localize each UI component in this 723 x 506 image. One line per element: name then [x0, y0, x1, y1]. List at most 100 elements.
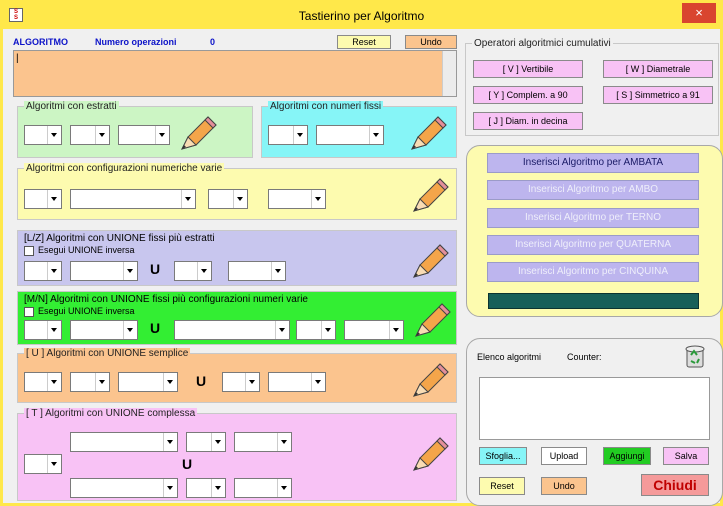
u-panel: [ U ] Algoritmi con UNIONE semplice U	[17, 348, 457, 403]
chevron-down-icon	[275, 321, 289, 339]
insert-terno-button[interactable]: Inserisci Algoritmo per TERNO	[487, 208, 699, 228]
operators-title: Operatori algoritmici cumulativi	[472, 38, 613, 49]
config-combo-1[interactable]	[24, 189, 62, 209]
t-combo-left[interactable]	[24, 454, 62, 474]
estratti-combo-2[interactable]	[70, 125, 110, 145]
t-combo-top-2[interactable]	[186, 432, 226, 452]
mn-combo-5[interactable]	[344, 320, 404, 340]
chevron-down-icon	[163, 479, 177, 497]
upload-button[interactable]: Upload	[541, 447, 587, 465]
reset-button-bottom[interactable]: Reset	[479, 477, 525, 495]
algorithm-text-area[interactable]: |	[13, 50, 457, 97]
chevron-down-icon	[47, 262, 61, 280]
undo-button-bottom[interactable]: Undo	[541, 477, 587, 495]
recycle-bin-icon[interactable]	[681, 341, 709, 371]
pencil-icon[interactable]	[412, 300, 454, 340]
lz-union-symbol: U	[150, 261, 161, 277]
config-combo-3[interactable]	[208, 189, 248, 209]
lz-combo-4[interactable]	[228, 261, 286, 281]
lz-inversa-checkbox[interactable]	[24, 246, 34, 256]
undo-button-top[interactable]: Undo	[405, 35, 457, 49]
chevron-down-icon	[311, 190, 325, 208]
t-combo-top-3[interactable]	[234, 432, 292, 452]
chevron-down-icon	[233, 190, 247, 208]
chevron-down-icon	[163, 433, 177, 451]
t-combo-bottom-3[interactable]	[234, 478, 292, 498]
chevron-down-icon	[47, 190, 61, 208]
salva-button[interactable]: Salva	[663, 447, 709, 465]
chevron-down-icon	[369, 126, 383, 144]
u-combo-4[interactable]	[222, 372, 260, 392]
chevron-down-icon	[321, 321, 335, 339]
lz-panel: [L/Z] Algoritmi con UNIONE fissi più est…	[17, 230, 457, 286]
estratti-panel: Algoritmi con estratti	[17, 101, 253, 158]
chiudi-button[interactable]: Chiudi	[641, 474, 709, 496]
counter-label: Counter:	[567, 352, 602, 362]
simmetrico-button[interactable]: [ S ] Simmetrico a 91	[603, 86, 713, 104]
numero-operazioni-value: 0	[210, 37, 216, 47]
pencil-icon[interactable]	[410, 360, 452, 400]
chevron-down-icon	[277, 433, 291, 451]
lz-combo-3[interactable]	[174, 261, 212, 281]
pencil-icon[interactable]	[410, 434, 452, 474]
diametrale-button[interactable]: [ W ] Diametrale	[603, 60, 713, 78]
pencil-icon[interactable]	[408, 113, 450, 153]
lz-combo-1[interactable]	[24, 261, 62, 281]
insert-ambo-button[interactable]: Inserisci Algoritmo per AMBO	[487, 180, 699, 200]
t-combo-bottom-1[interactable]	[70, 478, 178, 498]
pencil-icon[interactable]	[410, 241, 452, 281]
lz-inversa-label: Esegui UNIONE inversa	[38, 245, 135, 255]
chevron-down-icon	[47, 455, 61, 473]
estratti-combo-3[interactable]	[118, 125, 170, 145]
t-combo-top-1[interactable]	[70, 432, 178, 452]
chevron-down-icon	[95, 373, 109, 391]
mn-combo-3[interactable]	[174, 320, 290, 340]
chevron-down-icon	[123, 321, 137, 339]
reset-button-top[interactable]: Reset	[337, 35, 391, 49]
mn-combo-4[interactable]	[296, 320, 336, 340]
config-combo-2[interactable]	[70, 189, 196, 209]
u-combo-5[interactable]	[268, 372, 326, 392]
t-combo-bottom-2[interactable]	[186, 478, 226, 498]
elenco-label: Elenco algoritmi	[477, 352, 542, 362]
mn-inversa-checkbox[interactable]	[24, 307, 34, 317]
insert-ambata-button[interactable]: Inserisci Algoritmo per AMBATA	[487, 153, 699, 173]
chevron-down-icon	[95, 126, 109, 144]
text-area-scrollbar[interactable]	[442, 51, 456, 96]
u-combo-3[interactable]	[118, 372, 178, 392]
fissi-combo-2[interactable]	[316, 125, 384, 145]
fissi-combo-1[interactable]	[268, 125, 308, 145]
vertibile-button[interactable]: [ V ] Vertibile	[473, 60, 583, 78]
aggiungi-button[interactable]: Aggiungi	[603, 447, 651, 465]
chevron-down-icon	[197, 262, 211, 280]
sfoglia-button[interactable]: Sfoglia...	[479, 447, 527, 465]
window-title: Tastierino per Algoritmo	[298, 9, 425, 23]
u-combo-2[interactable]	[70, 372, 110, 392]
chevron-down-icon	[181, 190, 195, 208]
config-title: Algoritmi con configurazioni numeriche v…	[24, 163, 225, 174]
pencil-icon[interactable]	[178, 113, 220, 153]
title-bar: SS Tastierino per Algoritmo ×	[3, 3, 720, 29]
pencil-icon[interactable]	[410, 175, 452, 215]
chevron-down-icon	[271, 262, 285, 280]
u-combo-1[interactable]	[24, 372, 62, 392]
lz-combo-2[interactable]	[70, 261, 138, 281]
complementare-button[interactable]: [ Y ] Complem. a 90	[473, 86, 583, 104]
mn-combo-1[interactable]	[24, 320, 62, 340]
diam-decina-button[interactable]: [ J ] Diam. in decina	[473, 112, 583, 130]
config-combo-4[interactable]	[268, 189, 326, 209]
mn-union-symbol: U	[150, 320, 161, 336]
insert-quaterna-button[interactable]: Inserisci Algoritmo per QUATERNA	[487, 235, 699, 255]
elenco-list[interactable]	[479, 377, 710, 440]
insert-cinquina-button[interactable]: Inserisci Algoritmo per CINQUINA	[487, 262, 699, 282]
text-cursor: |	[16, 53, 19, 64]
close-button[interactable]: ×	[682, 3, 716, 23]
mn-combo-2[interactable]	[70, 320, 138, 340]
chevron-down-icon	[47, 126, 61, 144]
chevron-down-icon	[47, 373, 61, 391]
algoritmo-label: ALGORITMO	[13, 37, 68, 47]
chevron-down-icon	[311, 373, 325, 391]
chevron-down-icon	[389, 321, 403, 339]
numero-operazioni-label: Numero operazioni	[95, 37, 177, 47]
estratti-combo-1[interactable]	[24, 125, 62, 145]
